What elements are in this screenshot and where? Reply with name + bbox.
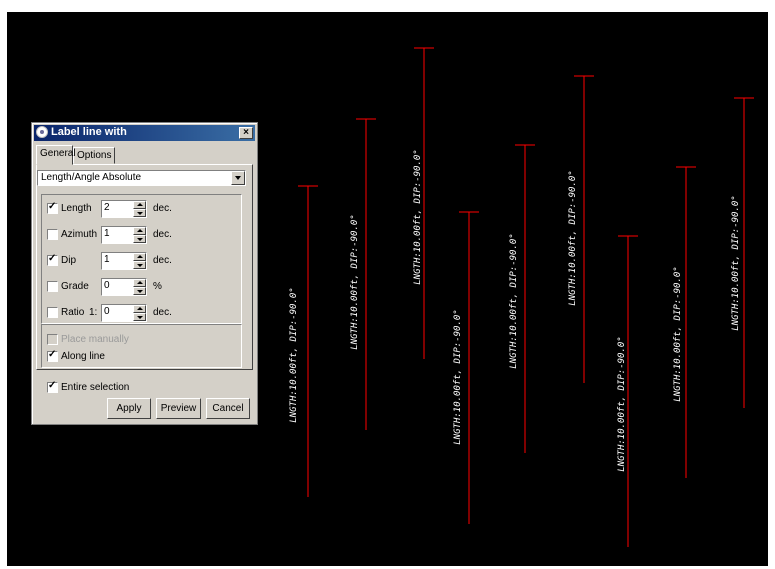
length-decimals-spinner[interactable]: 2 bbox=[101, 200, 147, 218]
azimuth-decimals-spinner[interactable]: 1 bbox=[101, 226, 147, 244]
spin-up-icon[interactable] bbox=[133, 201, 146, 209]
dip-checkbox[interactable] bbox=[47, 253, 58, 266]
cancel-button[interactable]: Cancel bbox=[206, 398, 250, 419]
entire-selection-label: Entire selection bbox=[61, 382, 130, 393]
well-label-5: LNGTH:10.00ft, DIP:-90.0° bbox=[509, 233, 519, 368]
length-checkbox[interactable] bbox=[47, 201, 58, 214]
ratio-checkbox[interactable] bbox=[47, 307, 58, 318]
ratio-prefix: 1: bbox=[89, 307, 98, 318]
dip-unit: dec. bbox=[153, 255, 172, 266]
grade-decimals-spinner[interactable]: 0 bbox=[101, 278, 147, 296]
spin-up-icon[interactable] bbox=[133, 227, 146, 235]
along-line-checkbox[interactable] bbox=[47, 349, 58, 362]
well-label-2: LNGTH:10.00ft, DIP:-90.0° bbox=[350, 214, 360, 349]
close-button[interactable]: × bbox=[239, 127, 253, 139]
dip-decimals-value: 1 bbox=[104, 254, 110, 265]
grade-label: Grade bbox=[61, 281, 89, 292]
well-label-3: LNGTH:10.00ft, DIP:-90.0° bbox=[413, 149, 423, 284]
length-label: Length bbox=[61, 203, 92, 214]
length-unit: dec. bbox=[153, 203, 172, 214]
tab-options[interactable]: Options bbox=[73, 147, 115, 164]
app-icon bbox=[36, 126, 48, 138]
dialog-titlebar[interactable]: Label line with × bbox=[34, 125, 255, 141]
label-line-dialog: Label line with × General Options Length… bbox=[31, 122, 258, 425]
length-decimals-value: 2 bbox=[104, 202, 110, 213]
grade-checkbox[interactable] bbox=[47, 281, 58, 292]
entire-selection-checkbox[interactable] bbox=[47, 380, 58, 393]
spin-down-icon[interactable] bbox=[133, 235, 146, 243]
label-type-value: Length/Angle Absolute bbox=[41, 172, 142, 183]
apply-button[interactable]: Apply bbox=[107, 398, 151, 419]
azimuth-label: Azimuth bbox=[61, 229, 98, 240]
spin-down-icon[interactable] bbox=[133, 261, 146, 269]
azimuth-checkbox[interactable] bbox=[47, 229, 58, 240]
spin-down-icon[interactable] bbox=[133, 209, 146, 217]
dialog-title: Label line with bbox=[51, 126, 127, 138]
spin-up-icon[interactable] bbox=[133, 253, 146, 261]
well-label-7: LNGTH:10.00ft, DIP:-90.0° bbox=[617, 336, 627, 471]
spin-up-icon[interactable] bbox=[133, 279, 146, 287]
ratio-decimals-spinner[interactable]: 0 bbox=[101, 304, 147, 322]
well-label-4: LNGTH:10.00ft, DIP:-90.0° bbox=[453, 309, 463, 444]
grade-unit: % bbox=[153, 281, 162, 292]
ratio-label: Ratio bbox=[61, 307, 85, 318]
grade-decimals-value: 0 bbox=[104, 280, 110, 291]
spin-down-icon[interactable] bbox=[133, 287, 146, 295]
dip-decimals-spinner[interactable]: 1 bbox=[101, 252, 147, 270]
preview-button[interactable]: Preview bbox=[156, 398, 201, 419]
well-label-8: LNGTH:10.00ft, DIP:-90.0° bbox=[673, 266, 683, 401]
label-type-select[interactable]: Length/Angle Absolute bbox=[37, 170, 246, 186]
ratio-unit: dec. bbox=[153, 307, 172, 318]
along-line-label: Along line bbox=[61, 351, 105, 362]
place-manually-label: Place manually bbox=[61, 334, 129, 345]
ratio-decimals-value: 0 bbox=[104, 306, 110, 317]
well-label-9: LNGTH:10.00ft, DIP:-90.0° bbox=[731, 195, 741, 330]
well-label-6: LNGTH:10.00ft, DIP:-90.0° bbox=[568, 170, 578, 305]
dip-label: Dip bbox=[61, 255, 77, 266]
spin-up-icon[interactable] bbox=[133, 305, 146, 313]
spin-down-icon[interactable] bbox=[133, 313, 146, 321]
azimuth-unit: dec. bbox=[153, 229, 172, 240]
tab-general[interactable]: General bbox=[36, 145, 76, 165]
well-label-1: LNGTH:10.00ft, DIP:-90.0° bbox=[289, 287, 299, 422]
place-manually-checkbox[interactable] bbox=[47, 334, 58, 345]
azimuth-decimals-value: 1 bbox=[104, 228, 110, 239]
chevron-down-icon[interactable] bbox=[231, 171, 245, 185]
